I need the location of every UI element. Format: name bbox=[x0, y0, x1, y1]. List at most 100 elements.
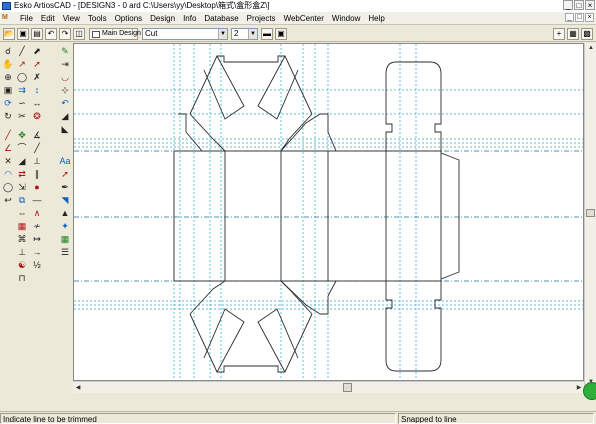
pointage-select[interactable]: 2 ▼ bbox=[231, 28, 258, 40]
menu-info[interactable]: Info bbox=[179, 12, 200, 25]
join-icon[interactable]: ↶ bbox=[59, 97, 71, 109]
graphic-icon[interactable]: ▦ bbox=[59, 233, 71, 245]
array-icon[interactable]: ▦ bbox=[16, 220, 28, 232]
mirror-icon[interactable]: ⇄ bbox=[16, 168, 28, 180]
open-icon[interactable]: 📂 bbox=[3, 28, 15, 40]
menu-file[interactable]: File bbox=[16, 12, 37, 25]
copy-icon[interactable]: ⧉ bbox=[16, 194, 28, 206]
document-restore-button[interactable]: □ bbox=[575, 13, 584, 22]
scroll-up-icon[interactable]: ▲ bbox=[586, 43, 596, 53]
select-line-icon[interactable]: ➚ bbox=[31, 58, 43, 70]
design-canvas[interactable] bbox=[73, 43, 585, 382]
menu-design[interactable]: Design bbox=[146, 12, 179, 25]
rotate-view-icon[interactable]: ⟳ bbox=[2, 97, 14, 109]
arrow-end-icon[interactable]: ↦ bbox=[31, 233, 43, 245]
linetype-dropdown-icon[interactable]: ▼ bbox=[218, 29, 227, 39]
ellipse-icon[interactable]: ◯ bbox=[16, 71, 28, 83]
arrow-right-icon[interactable]: → bbox=[31, 246, 43, 258]
menu-webcenter[interactable]: WebCenter bbox=[280, 12, 328, 25]
redraw-icon[interactable]: ↻ bbox=[2, 110, 14, 122]
delete-icon[interactable]: ✗ bbox=[31, 71, 43, 83]
undo-icon[interactable]: ↶ bbox=[45, 28, 57, 40]
connect-icon[interactable]: ☯ bbox=[16, 259, 28, 271]
menu-window[interactable]: Window bbox=[328, 12, 364, 25]
properties-icon[interactable]: ☰ bbox=[59, 246, 71, 258]
main-design-button[interactable]: Main Design bbox=[89, 28, 141, 40]
redo-icon[interactable]: ↷ bbox=[59, 28, 71, 40]
arc-three-point-icon[interactable]: ⌒ bbox=[16, 142, 28, 154]
cross-line-icon[interactable]: ✕ bbox=[2, 155, 14, 167]
snap-icon[interactable]: ❂ bbox=[31, 110, 43, 122]
maximize-button[interactable]: □ bbox=[574, 0, 584, 10]
fillet-tool-icon[interactable]: ◡ bbox=[59, 71, 71, 83]
bevel-icon[interactable]: ◢ bbox=[59, 110, 71, 122]
vertical-scrollbar[interactable]: ▲ ▼ bbox=[584, 43, 596, 388]
document-close-button[interactable]: × bbox=[585, 13, 594, 22]
menu-database[interactable]: Database bbox=[200, 12, 242, 25]
print-icon[interactable]: ▤ bbox=[31, 28, 43, 40]
bevel-alt-icon[interactable]: ◣ bbox=[59, 123, 71, 135]
line-angle-icon[interactable]: ∠ bbox=[2, 142, 14, 154]
linetype-select[interactable]: Cut ▼ bbox=[142, 28, 228, 40]
magnify-plus-icon[interactable]: + bbox=[553, 28, 565, 40]
close-button[interactable]: × bbox=[585, 0, 595, 10]
trim-icon[interactable]: ✂ bbox=[16, 110, 28, 122]
scroll-left-icon[interactable]: ◀ bbox=[73, 383, 83, 393]
bridge-icon[interactable]: ⊓ bbox=[16, 272, 28, 284]
menu-projects[interactable]: Projects bbox=[243, 12, 280, 25]
move-icon[interactable]: ✥ bbox=[16, 129, 28, 141]
text-icon[interactable]: Aa bbox=[59, 155, 71, 167]
zoom-extents-icon[interactable]: ▦ bbox=[567, 28, 579, 40]
menu-options[interactable]: Options bbox=[111, 12, 147, 25]
tangent-icon[interactable]: ≁ bbox=[31, 220, 43, 232]
zoom-icon[interactable]: ☌ bbox=[2, 45, 14, 57]
parallel-icon[interactable]: ∥ bbox=[31, 168, 43, 180]
pan-icon[interactable]: ✋ bbox=[2, 58, 14, 70]
divide-icon[interactable]: ½ bbox=[31, 259, 43, 271]
vertical-scroll-thumb[interactable] bbox=[586, 209, 595, 217]
line-style-icon[interactable]: ▬ bbox=[261, 28, 273, 40]
arc-tool-icon[interactable]: ◠ bbox=[2, 168, 14, 180]
hatch-icon[interactable]: ◥ bbox=[59, 194, 71, 206]
perpendicular-icon[interactable]: ⟂ bbox=[31, 155, 43, 167]
point-icon[interactable]: ● bbox=[31, 181, 43, 193]
line-tool-icon[interactable]: ╱ bbox=[2, 129, 14, 141]
radius-icon[interactable]: ╱ bbox=[31, 142, 43, 154]
menu-help[interactable]: Help bbox=[364, 12, 388, 25]
dimension-icon[interactable]: ↔ bbox=[31, 97, 43, 109]
stretch-icon[interactable]: ⇔ bbox=[16, 207, 28, 219]
arrow-tool-icon[interactable]: ➚ bbox=[59, 168, 71, 180]
polyline-icon[interactable]: ↗ bbox=[16, 58, 28, 70]
notch-icon[interactable]: ∧ bbox=[31, 207, 43, 219]
fillet-icon[interactable]: ↩ bbox=[2, 194, 14, 206]
zoom-window-icon[interactable]: ▣ bbox=[2, 84, 14, 96]
menu-tools[interactable]: Tools bbox=[84, 12, 111, 25]
horizontal-scrollbar[interactable]: ◀ ▶ bbox=[73, 381, 584, 393]
measure-icon[interactable]: ↕ bbox=[31, 84, 43, 96]
mark-icon[interactable]: ⌘ bbox=[16, 233, 28, 245]
minimize-button[interactable]: _ bbox=[563, 0, 573, 10]
line-color-icon[interactable]: ▣ bbox=[275, 28, 287, 40]
extend-icon[interactable]: ⇥ bbox=[59, 58, 71, 70]
horizontal-scroll-thumb[interactable] bbox=[343, 383, 352, 392]
circle-tool-icon[interactable]: ◯ bbox=[2, 181, 14, 193]
chamfer-icon[interactable]: ◢ bbox=[16, 155, 28, 167]
pencil-icon[interactable]: ✎ bbox=[59, 45, 71, 57]
eyedropper-icon[interactable]: ✒ bbox=[59, 181, 71, 193]
box-dieline-drawing[interactable] bbox=[74, 44, 585, 382]
document-minimize-button[interactable]: _ bbox=[565, 13, 574, 22]
menu-edit[interactable]: Edit bbox=[37, 12, 59, 25]
angle-icon[interactable]: ∡ bbox=[31, 129, 43, 141]
offset-icon[interactable]: ⇉ bbox=[16, 84, 28, 96]
select-arrow-icon[interactable]: ⬈ bbox=[31, 45, 43, 57]
save-icon[interactable]: ▣ bbox=[17, 28, 29, 40]
layout-icon[interactable]: ▩ bbox=[581, 28, 593, 40]
break-icon[interactable]: ⊹ bbox=[59, 84, 71, 96]
nick-icon[interactable]: ⊥ bbox=[16, 246, 28, 258]
horizontal-icon[interactable]: — bbox=[31, 194, 43, 206]
draw-line-icon[interactable]: ╱ bbox=[16, 45, 28, 57]
style-icon[interactable]: ✦ bbox=[59, 220, 71, 232]
spline-icon[interactable]: ∽ bbox=[16, 97, 28, 109]
zoom-in-icon[interactable]: ⊕ bbox=[2, 71, 14, 83]
fill-icon[interactable]: ▲ bbox=[59, 207, 71, 219]
